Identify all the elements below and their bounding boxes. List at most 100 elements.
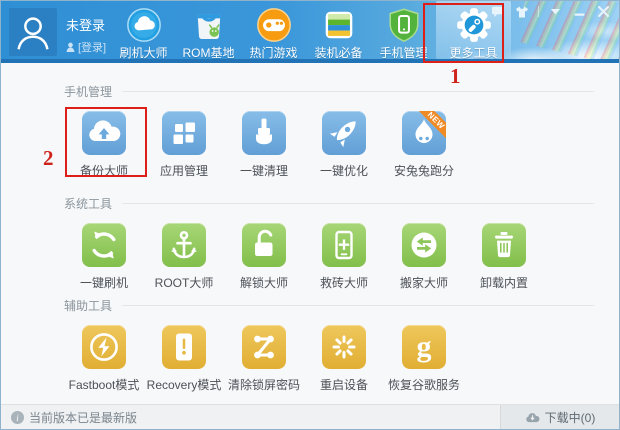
info-icon: i — [11, 411, 24, 424]
cloud-download-icon — [525, 412, 540, 423]
pattern-z-icon — [242, 325, 286, 369]
brush-icon — [242, 111, 286, 155]
tab-phone-management[interactable]: 手机管理 — [371, 1, 436, 59]
tool-recovery-mode: Recovery模式 — [144, 325, 224, 393]
stacked-apps-icon — [320, 6, 358, 44]
section-title: 手机管理 — [64, 83, 112, 100]
recovery-mode-button[interactable] — [162, 325, 206, 369]
tool-label: 一键刷机 — [80, 274, 128, 291]
tool-fastboot-mode: Fastboot模式 — [64, 325, 144, 393]
download-label: 下载中(0) — [545, 409, 596, 426]
tool-uninstall-builtin: 卸载内置 — [464, 223, 544, 291]
one-key-flash-button[interactable] — [82, 223, 126, 267]
tool-restore-google: g 恢复谷歌服务 — [384, 325, 464, 393]
tool-restart-device: 重启设备 — [304, 325, 384, 393]
tool-one-key-clean: 一键清理 — [224, 111, 304, 179]
refresh-icon — [82, 223, 126, 267]
root-master-button[interactable] — [162, 223, 206, 267]
google-g-icon: g — [402, 325, 446, 369]
move-master-button[interactable] — [402, 223, 446, 267]
login-person-icon — [66, 42, 75, 53]
avatar[interactable] — [9, 8, 57, 56]
version-text: 当前版本已是最新版 — [29, 409, 137, 426]
section-system-tools: 系统工具 — [64, 195, 594, 211]
user-name: 未登录 — [66, 15, 106, 34]
status-bar: i 当前版本已是最新版 下载中(0) — [1, 404, 619, 429]
login-label: [登录] — [78, 39, 106, 55]
tab-flash-master[interactable]: 刷机大师 — [111, 1, 176, 59]
tool-root-master: ROOT大师 — [144, 223, 224, 291]
tool-label: 一键优化 — [320, 162, 368, 179]
tool-label: Fastboot模式 — [69, 376, 140, 393]
backup-master-button[interactable] — [82, 111, 126, 155]
tool-unlock-master: 解锁大师 — [224, 223, 304, 291]
app-window: 未登录 [登录] 刷机大 — [0, 0, 620, 430]
tool-label: ROOT大师 — [155, 274, 214, 291]
tool-label: 解锁大师 — [240, 274, 288, 291]
version-status: i 当前版本已是最新版 — [11, 405, 137, 430]
fastboot-mode-button[interactable] — [82, 325, 126, 369]
app-grid-icon — [162, 111, 206, 155]
tool-label: 救砖大师 — [320, 274, 368, 291]
tile-row-auxiliary-tools: Fastboot模式 Recovery模式 — [64, 325, 594, 393]
tool-brick-rescue: 救砖大师 — [304, 223, 384, 291]
tab-rom-base[interactable]: ROM基地 — [176, 1, 241, 59]
svg-text:g: g — [417, 330, 432, 363]
tool-label: 一键清理 — [240, 162, 288, 179]
clear-lockscreen-button[interactable] — [242, 325, 286, 369]
tool-app-manager: 应用管理 — [144, 111, 224, 179]
app-manager-button[interactable] — [162, 111, 206, 155]
brick-rescue-button[interactable] — [322, 223, 366, 267]
window-controls — [490, 5, 611, 18]
tool-label: 安兔兔跑分 — [394, 162, 454, 179]
section-title: 系统工具 — [64, 195, 112, 212]
close-icon[interactable] — [596, 5, 611, 18]
phone-cross-icon — [322, 223, 366, 267]
tool-one-key-optimize: 一键优化 — [304, 111, 384, 179]
phone-exclamation-icon — [162, 325, 206, 369]
cloud-circle-icon — [125, 6, 163, 44]
tool-label: 卸载内置 — [480, 274, 528, 291]
restore-google-button[interactable]: g — [402, 325, 446, 369]
menu-chevron-icon[interactable] — [548, 5, 563, 18]
one-key-optimize-button[interactable] — [322, 111, 366, 155]
tab-essential-apps[interactable]: 装机必备 — [306, 1, 371, 59]
login-link[interactable]: [登录] — [66, 39, 106, 55]
tile-row-system-tools: 一键刷机 ROOT大师 — [64, 223, 594, 291]
section-auxiliary-tools: 辅助工具 — [64, 297, 594, 313]
tool-label: 清除锁屏密码 — [228, 376, 300, 393]
tool-one-key-flash: 一键刷机 — [64, 223, 144, 291]
tile-row-phone-management: 备份大师 应用管理 — [64, 111, 594, 179]
cloud-upload-icon — [82, 111, 126, 155]
skin-shirt-icon[interactable] — [514, 5, 529, 18]
section-title: 辅助工具 — [64, 297, 112, 314]
tool-label: 搬家大师 — [400, 274, 448, 291]
tool-backup-master: 备份大师 — [64, 111, 144, 179]
tab-hot-games[interactable]: 热门游戏 — [241, 1, 306, 59]
antutu-benchmark-button[interactable]: NEW — [402, 111, 446, 155]
unlocked-padlock-icon — [242, 223, 286, 267]
restart-device-button[interactable] — [322, 325, 366, 369]
feedback-bubble-icon[interactable] — [490, 5, 505, 18]
user-area: 未登录 [登录] — [9, 8, 106, 56]
tool-label: Recovery模式 — [147, 376, 222, 393]
top-nav: 刷机大师 ROM基地 — [111, 1, 511, 59]
minimize-icon[interactable] — [572, 5, 587, 18]
controls-separator — [538, 6, 539, 17]
spinner-icon — [322, 325, 366, 369]
tool-move-master: 搬家大师 — [384, 223, 464, 291]
person-icon — [10, 9, 56, 55]
unlock-master-button[interactable] — [242, 223, 286, 267]
shopping-bag-android-icon — [190, 6, 228, 44]
main-content: 手机管理 备份大师 — [1, 63, 619, 404]
download-center-button[interactable]: 下载中(0) — [500, 405, 619, 429]
lightning-circle-icon — [82, 325, 126, 369]
section-divider — [122, 203, 594, 204]
transfer-arrows-icon — [402, 223, 446, 267]
uninstall-builtin-button[interactable] — [482, 223, 526, 267]
tool-label: 备份大师 — [80, 162, 128, 179]
one-key-clean-button[interactable] — [242, 111, 286, 155]
gear-wrench-icon — [455, 6, 493, 44]
tool-label: 应用管理 — [160, 162, 208, 179]
tool-label: 重启设备 — [320, 376, 368, 393]
